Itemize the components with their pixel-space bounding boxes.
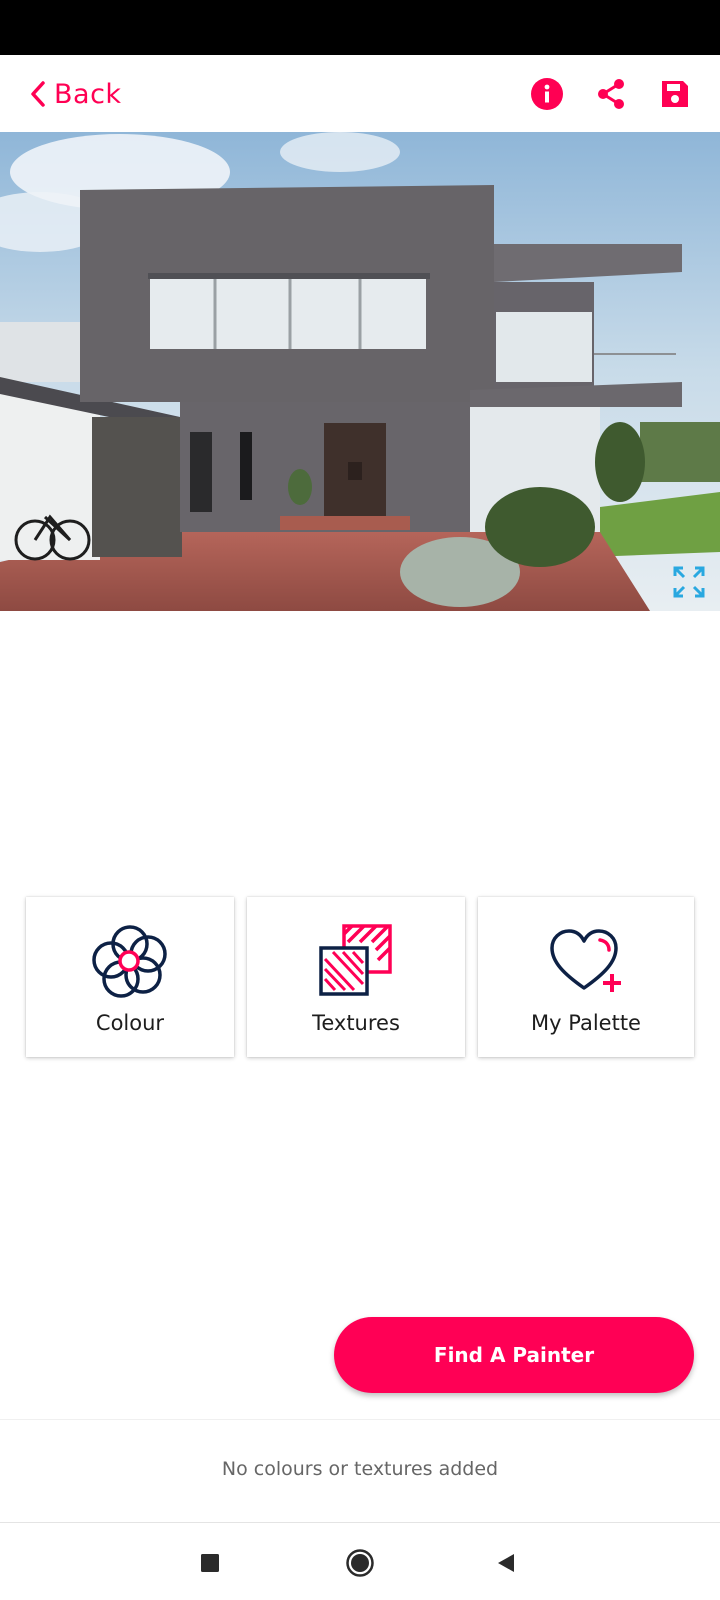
textures-icon xyxy=(319,924,392,996)
my-palette-label: My Palette xyxy=(531,1011,641,1035)
empty-selection-message: No colours or textures added xyxy=(221,1458,499,1480)
colour-card[interactable]: Colour xyxy=(26,897,234,1057)
find-painter-button[interactable]: Find A Painter xyxy=(334,1317,694,1393)
save-button[interactable] xyxy=(656,75,694,113)
info-button[interactable] xyxy=(528,75,566,113)
colour-wheel-icon xyxy=(92,925,167,998)
home-button[interactable] xyxy=(340,1543,380,1583)
back-button[interactable]: Back xyxy=(30,77,122,111)
house-preview-image[interactable] xyxy=(0,132,720,611)
expand-icon[interactable] xyxy=(672,565,706,599)
heart-plus-icon xyxy=(550,929,621,992)
back-label: Back xyxy=(54,78,122,110)
square-icon xyxy=(201,1554,219,1572)
share-button[interactable] xyxy=(592,75,630,113)
system-navigation-bar xyxy=(0,1523,720,1600)
triangle-left-icon xyxy=(498,1554,514,1572)
recent-apps-button[interactable] xyxy=(190,1543,230,1583)
colour-label: Colour xyxy=(95,1011,165,1035)
my-palette-card[interactable]: My Palette xyxy=(478,897,694,1057)
tool-cards: Colour Textures My Palette xyxy=(26,897,694,1057)
save-icon xyxy=(662,81,688,107)
divider xyxy=(0,1419,720,1420)
info-icon xyxy=(531,78,563,110)
status-bar xyxy=(0,0,720,55)
textures-label: Textures xyxy=(312,1011,400,1035)
house-illustration xyxy=(0,132,720,611)
textures-card[interactable]: Textures xyxy=(247,897,465,1057)
system-back-button[interactable] xyxy=(486,1543,526,1583)
circle-icon xyxy=(346,1549,374,1577)
share-icon xyxy=(598,79,624,109)
top-bar: Back xyxy=(0,55,720,132)
chevron-left-icon xyxy=(31,81,45,107)
find-painter-label: Find A Painter xyxy=(433,1343,595,1367)
